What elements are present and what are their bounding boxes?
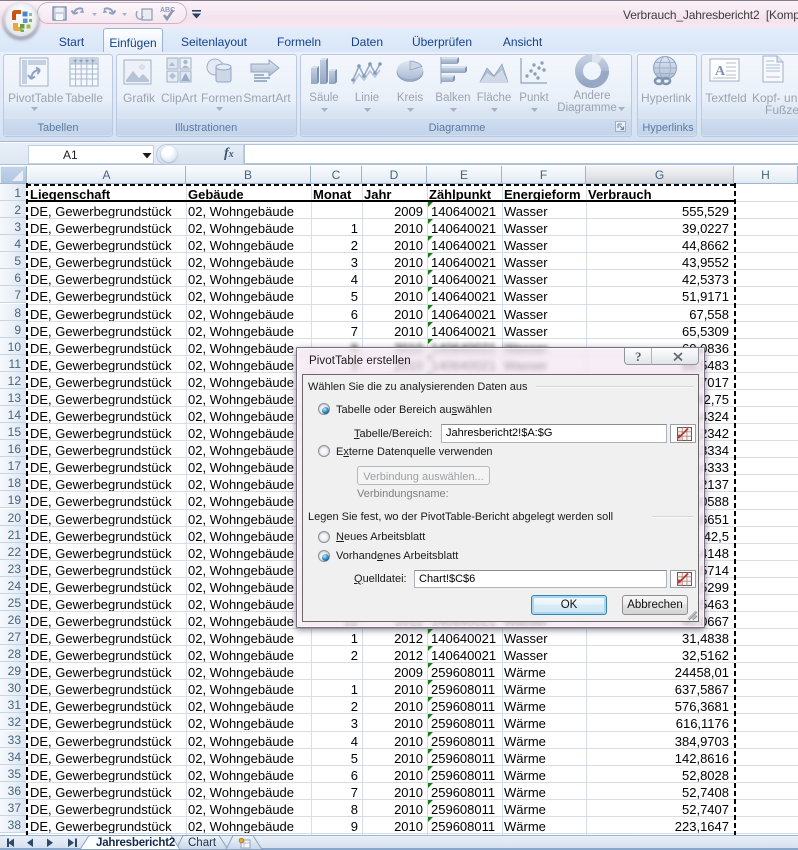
- svg-text:?: ?: [635, 349, 642, 364]
- svg-text:ABC: ABC: [160, 7, 175, 14]
- svg-text:A: A: [715, 64, 726, 79]
